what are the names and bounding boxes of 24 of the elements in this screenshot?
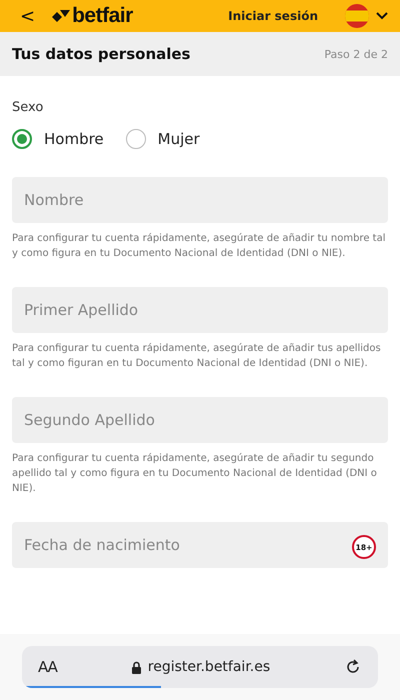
radio-option[interactable]: Hombre — [12, 129, 104, 149]
logo-text: betfair — [72, 4, 133, 28]
step-indicator: Paso 2 de 2 — [324, 48, 388, 60]
input-field[interactable]: Nombre — [12, 177, 388, 223]
login-link[interactable]: Iniciar sesión — [228, 9, 318, 23]
logo-icon — [51, 9, 72, 23]
field-label: Sexo — [12, 100, 44, 115]
chevron-down-icon — [376, 12, 388, 20]
radio-option[interactable]: Mujer — [126, 129, 200, 149]
radio-button[interactable] — [126, 129, 146, 149]
help-text: Para configurar tu cuenta rápidamente, asegúrate de añadir tu nombre tal y como figura en tu Documento Nacional de Identidad (DNI o NIE). — [12, 232, 386, 261]
language-selector[interactable] — [344, 3, 388, 29]
radio-button[interactable] — [12, 129, 32, 149]
help-text: Para configurar tu cuenta rápidamente, asegúrate de añadir tu segundo apellido tal y como figura en tu Documento Nacional de Identidad (DNI o NIE). — [12, 452, 378, 496]
lock-icon — [130, 660, 142, 674]
input-field[interactable]: Segundo Apellido — [12, 397, 388, 443]
text-size-button[interactable]: AA — [38, 658, 57, 676]
page-title: Tus datos personales — [12, 45, 190, 63]
address-bar[interactable]: AA register.betfair.es — [22, 646, 378, 688]
flag-icon — [344, 3, 370, 29]
back-button[interactable]: < — [20, 6, 36, 26]
input-field[interactable]: Primer Apellido — [12, 287, 388, 333]
help-text: Para configurar tu cuenta rápidamente, asegúrate de añadir tus apellidos tal y como figuran en tu Documento Nacional de Identidad (DNI o NIE). — [12, 342, 382, 371]
url-text: register.betfair.es — [148, 659, 270, 675]
